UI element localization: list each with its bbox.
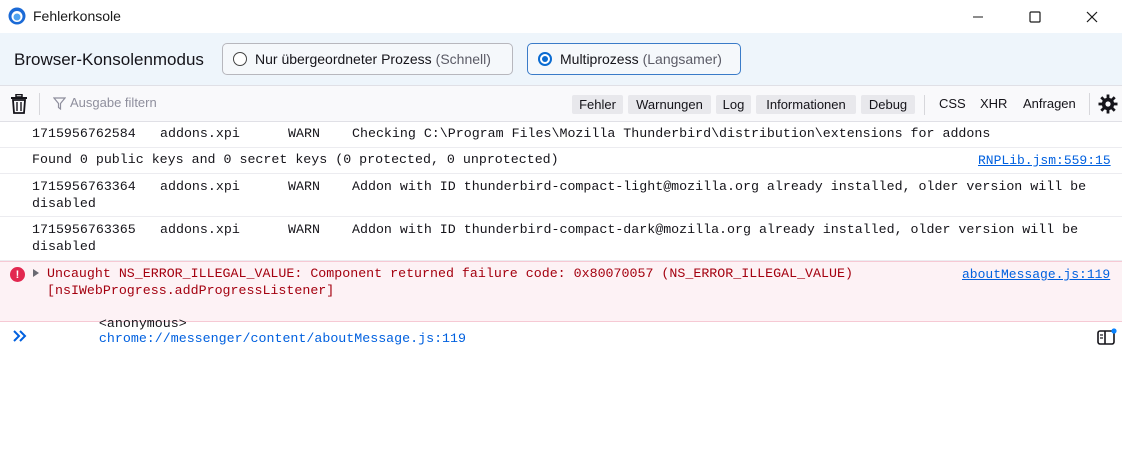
- window-title: Fehlerkonsole: [33, 8, 121, 24]
- chevrons-right-icon: [13, 330, 27, 342]
- stack-line[interactable]: :119: [434, 331, 466, 346]
- filter-requests-button[interactable]: Anfragen: [1023, 96, 1076, 111]
- gear-icon[interactable]: [1098, 94, 1118, 114]
- level-errors-button[interactable]: Fehler: [572, 95, 623, 114]
- level-debug-button[interactable]: Debug: [861, 95, 915, 114]
- message-text: Checking C:\Program Files\Mozilla Thunde…: [352, 126, 991, 141]
- mode-multiprocess-option[interactable]: Multiprozess (Langsamer): [527, 43, 741, 75]
- console-mode-bar: Browser-Konsolenmodus Nur übergeordneter…: [0, 33, 1122, 85]
- thunderbird-logo-icon: [8, 7, 26, 25]
- sidebar-toggle-icon[interactable]: [1097, 328, 1117, 346]
- error-text-continuation: [nsIWebProgress.addProgressListener]: [47, 283, 335, 298]
- mode-option-hint: (Schnell): [435, 51, 491, 67]
- toolbar-divider: [1089, 93, 1090, 115]
- level-log-button[interactable]: Log: [716, 95, 751, 114]
- message-source: addons.xpi: [160, 126, 240, 141]
- radio-checked-icon[interactable]: [538, 52, 552, 66]
- maximize-icon: [1029, 10, 1041, 23]
- message-level: WARN: [288, 222, 320, 237]
- filter-output-input[interactable]: [70, 95, 370, 110]
- filter-xhr-button[interactable]: XHR: [980, 96, 1007, 111]
- message-level: WARN: [288, 179, 320, 194]
- console-message: Found 0 public keys and 0 secret keys (0…: [0, 148, 1122, 174]
- level-info-button[interactable]: Informationen: [756, 95, 856, 114]
- message-source: addons.xpi: [160, 222, 240, 237]
- message-level: WARN: [288, 126, 320, 141]
- message-text: Found 0 public keys and 0 secret keys (0…: [32, 152, 559, 167]
- message-text: Addon with ID thunderbird-compact-dark@m…: [352, 222, 1079, 237]
- expand-arrow-icon[interactable]: [33, 269, 39, 277]
- close-icon: [1086, 11, 1098, 22]
- message-text-continuation: disabled: [32, 239, 96, 254]
- mode-option-hint: (Langsamer): [642, 51, 722, 67]
- minimize-icon: [973, 16, 983, 17]
- message-timestamp: 1715956763364: [32, 179, 136, 194]
- minimize-button[interactable]: [955, 0, 1001, 33]
- message-source-link[interactable]: RNPLib.jsm:559:15: [978, 153, 1111, 168]
- message-source: addons.xpi: [160, 179, 240, 194]
- message-timestamp: 1715956763365: [32, 222, 136, 237]
- console-mode-label: Browser-Konsolenmodus: [14, 50, 204, 69]
- message-text-continuation: disabled: [32, 196, 96, 211]
- console-message: 1715956763365 addons.xpi WARN Addon with…: [0, 217, 1122, 261]
- trash-icon[interactable]: [10, 94, 28, 114]
- message-source-link[interactable]: aboutMessage.js:119: [962, 267, 1110, 282]
- title-bar: Fehlerkonsole: [0, 0, 1122, 33]
- error-icon: !: [10, 267, 25, 282]
- filter-css-button[interactable]: CSS: [939, 96, 966, 111]
- console-message: 1715956763364 addons.xpi WARN Addon with…: [0, 174, 1122, 217]
- console-error-message: ! Uncaught NS_ERROR_ILLEGAL_VALUE: Compo…: [0, 261, 1122, 346]
- console-message: 1715956762584 addons.xpi WARN Checking C…: [0, 122, 1122, 148]
- mode-parent-process-option[interactable]: Nur übergeordneter Prozess (Schnell): [222, 43, 513, 75]
- maximize-button[interactable]: [1012, 0, 1058, 33]
- message-text: Addon with ID thunderbird-compact-light@…: [352, 179, 1087, 194]
- toolbar-divider: [39, 93, 40, 115]
- error-text: Uncaught NS_ERROR_ILLEGAL_VALUE: Compone…: [47, 266, 853, 281]
- radio-unchecked-icon[interactable]: [233, 52, 247, 66]
- level-warnings-button[interactable]: Warnungen: [628, 95, 711, 114]
- stack-location-link[interactable]: chrome://messenger/content/aboutMessage.…: [99, 331, 434, 346]
- message-timestamp: 1715956762584: [32, 126, 136, 141]
- mode-option-label: Nur übergeordneter Prozess: [255, 51, 432, 67]
- mode-option-label: Multiprozess: [560, 51, 639, 67]
- stack-function: <anonymous>: [98, 316, 187, 331]
- close-button[interactable]: [1069, 0, 1115, 33]
- console-toolbar: Fehler Warnungen Log Informationen Debug…: [0, 85, 1122, 122]
- filter-icon: [53, 97, 66, 110]
- toolbar-divider: [924, 95, 925, 115]
